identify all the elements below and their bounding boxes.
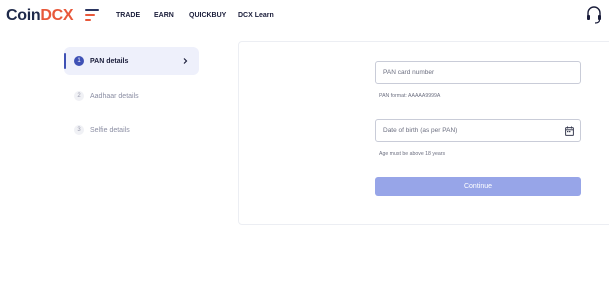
nav-dcx-learn[interactable]: DCX Learn [238, 11, 274, 21]
date-of-birth-placeholder: Date of birth (as per PAN) [383, 127, 458, 134]
step-number: 1 [74, 56, 84, 66]
logo-text-dcx: DCX [40, 7, 74, 24]
pan-number-input[interactable]: PAN card number [375, 61, 581, 84]
step-aadhaar-details[interactable]: 2 Aadhaar details [64, 82, 139, 110]
active-step-indicator [64, 53, 66, 69]
pan-format-hint: PAN format: AAAAA9999A [379, 93, 441, 99]
step-label: Aadhaar details [90, 92, 139, 100]
nav-trade[interactable]: TRADE [116, 11, 140, 21]
date-of-birth-input[interactable]: Date of birth (as per PAN) [375, 119, 581, 142]
step-number: 3 [74, 125, 84, 135]
step-label: Selfie details [90, 126, 130, 134]
chevron-right-icon [183, 58, 188, 64]
age-requirement-hint: Age must be above 18 years [379, 151, 446, 157]
menu-icon[interactable] [85, 9, 99, 21]
step-number: 2 [74, 91, 84, 101]
nav-earn[interactable]: EARN [154, 11, 174, 21]
step-label: PAN details [90, 57, 129, 65]
logo-text-coin: Coin [6, 7, 41, 24]
nav-quickbuy[interactable]: QUICKBUY [189, 11, 226, 21]
headset-icon[interactable] [585, 5, 603, 25]
step-pan-details[interactable]: 1 PAN details [64, 47, 199, 75]
step-selfie-details[interactable]: 3 Selfie details [64, 116, 130, 144]
pan-number-placeholder: PAN card number [383, 69, 435, 76]
calendar-icon[interactable] [565, 126, 574, 136]
coindcx-logo[interactable]: CoinDCX [6, 6, 74, 26]
continue-button[interactable]: Continue [375, 177, 581, 196]
